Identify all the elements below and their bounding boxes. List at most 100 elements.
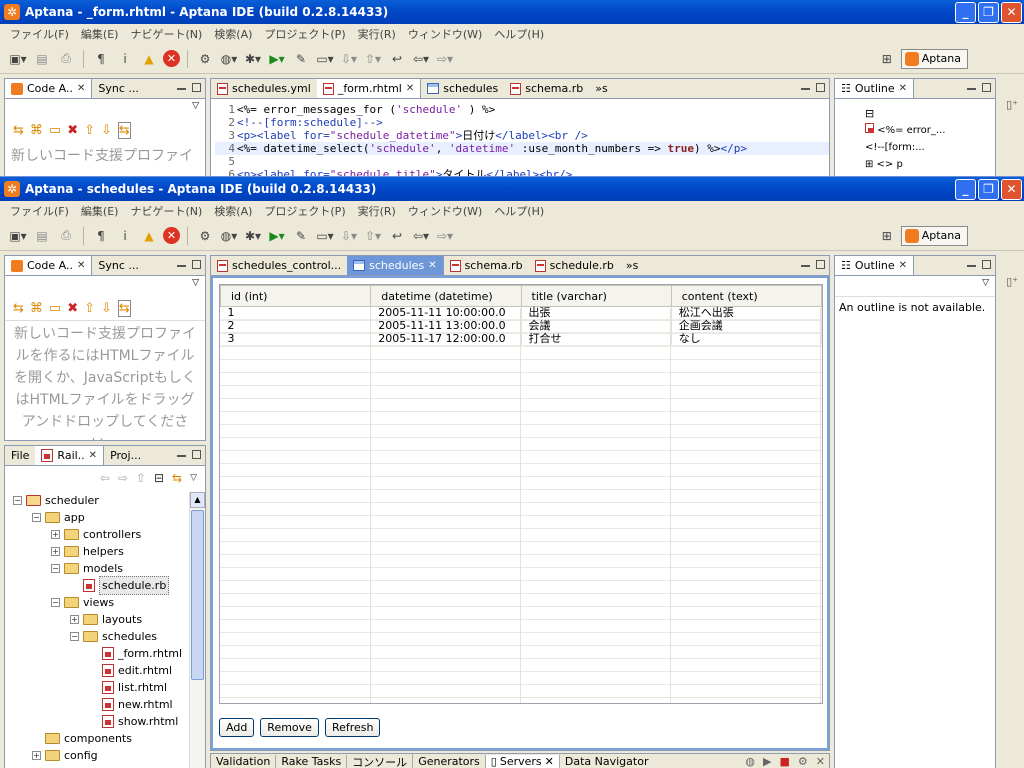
print-icon[interactable]: ⎙ bbox=[56, 226, 76, 246]
maximize-icon[interactable] bbox=[192, 83, 201, 92]
tab-schedule-rb[interactable]: schedule.rb bbox=[529, 256, 620, 275]
tree-item[interactable]: + config bbox=[5, 747, 189, 764]
code-line[interactable]: 3 <p><label for="schedule_datetime">日付け</… bbox=[215, 129, 829, 142]
delete-icon[interactable]: ✖ bbox=[67, 301, 78, 316]
close-icon[interactable]: ✕ bbox=[899, 83, 907, 94]
tree-item[interactable]: new.rhtml bbox=[5, 696, 189, 713]
up-icon[interactable]: ⇧ bbox=[84, 301, 95, 316]
fast-view-icon[interactable]: ▯⁺ bbox=[1006, 98, 1018, 111]
tab-file[interactable]: File bbox=[5, 446, 35, 465]
data-table[interactable]: id (int) datetime (datetime) title (varc… bbox=[219, 284, 823, 704]
remove-server-icon[interactable]: ✕ bbox=[816, 755, 825, 768]
tree-item[interactable]: − views bbox=[5, 594, 189, 611]
pilcrow-icon[interactable]: ¶ bbox=[91, 49, 111, 69]
table-cell[interactable]: 1 bbox=[220, 306, 372, 320]
tab-sync[interactable]: Sync ... bbox=[92, 256, 145, 275]
server-config-icon[interactable]: ⚙ bbox=[798, 755, 808, 768]
tree-item[interactable]: edit.rhtml bbox=[5, 662, 189, 679]
perspective-button[interactable]: Aptana bbox=[900, 225, 968, 246]
code-editor[interactable]: 1 <%= error_messages_for ('schedule' ) %>… bbox=[211, 99, 829, 177]
next-annotation-icon[interactable]: ⇩▾ bbox=[339, 226, 359, 246]
view-menu-icon[interactable]: ▽ bbox=[192, 278, 199, 288]
expand-toggle-icon[interactable]: + bbox=[32, 751, 41, 760]
minimize-icon[interactable] bbox=[177, 88, 186, 90]
forward-icon[interactable]: ⇨ bbox=[118, 471, 128, 485]
code-line[interactable]: 2 <!--[form:schedule]--> bbox=[215, 116, 829, 129]
minimize-icon[interactable] bbox=[967, 88, 976, 90]
menu-edit[interactable]: 編集(E) bbox=[75, 203, 125, 219]
menu-help[interactable]: ヘルプ(H) bbox=[488, 203, 550, 219]
bg-tab-code-assist[interactable]: Code A.. ✕ bbox=[5, 79, 93, 98]
table-row[interactable]: 1 2005-11-11 10:00:00.0 出張 松江へ出張 bbox=[220, 306, 822, 320]
expand-toggle-icon[interactable]: + bbox=[51, 547, 60, 556]
bg-tab-sync[interactable]: Sync ... bbox=[92, 79, 145, 98]
minimize-icon[interactable] bbox=[801, 265, 810, 267]
view-menu-icon[interactable]: ▽ bbox=[982, 278, 989, 288]
prev-annotation-icon[interactable]: ⇧▾ bbox=[363, 226, 383, 246]
back-icon[interactable]: ⇦▾ bbox=[411, 226, 431, 246]
profile-icon[interactable]: ⌘ bbox=[30, 123, 43, 138]
tab-code-assist[interactable]: Code A.. ✕ bbox=[5, 256, 93, 275]
menu-navigate[interactable]: ナビゲート(N) bbox=[124, 26, 208, 42]
tool-icon[interactable]: ✎ bbox=[291, 226, 311, 246]
minimize-icon[interactable] bbox=[967, 265, 976, 267]
tree-item[interactable]: components bbox=[5, 730, 189, 747]
outline-item[interactable]: ⊞ <> p bbox=[865, 156, 995, 173]
project-tree[interactable]: − scheduler − app + controllers + helpers − model… bbox=[5, 490, 189, 764]
delete-icon[interactable]: ✖ bbox=[67, 123, 78, 138]
menu-project[interactable]: プロジェクト(P) bbox=[258, 26, 351, 42]
tab-generators[interactable]: Generators bbox=[413, 755, 486, 768]
expand-toggle-icon[interactable]: − bbox=[13, 496, 22, 505]
expand-toggle-icon[interactable]: + bbox=[51, 530, 60, 539]
view-menu-icon[interactable]: ▽ bbox=[192, 101, 199, 111]
tree-item[interactable]: show.rhtml bbox=[5, 713, 189, 730]
column-header-datetime[interactable]: datetime (datetime) bbox=[370, 285, 522, 307]
tree-item[interactable]: − models bbox=[5, 560, 189, 577]
column-header-content[interactable]: content (text) bbox=[670, 285, 822, 307]
minimize-icon[interactable] bbox=[177, 455, 186, 457]
tab-rails[interactable]: Rail.. ✕ bbox=[35, 446, 105, 465]
table-cell[interactable]: 打合せ bbox=[521, 332, 672, 346]
menu-file[interactable]: ファイル(F) bbox=[4, 203, 75, 219]
menu-search[interactable]: 検索(A) bbox=[208, 203, 258, 219]
menu-run[interactable]: 実行(R) bbox=[352, 203, 402, 219]
tab-outline[interactable]: ☷ Outline ✕ bbox=[835, 256, 915, 275]
stop-server-icon[interactable]: ■ bbox=[780, 755, 790, 768]
back-icon[interactable]: ⇦▾ bbox=[411, 49, 431, 69]
close-icon[interactable]: ✕ bbox=[89, 450, 97, 461]
info-icon[interactable]: i bbox=[115, 226, 135, 246]
save-icon[interactable]: ▤ bbox=[32, 49, 52, 69]
table-row[interactable]: 2 2005-11-11 13:00:00.0 会議 企画会議 bbox=[220, 319, 822, 333]
minimize-button[interactable]: _ bbox=[955, 179, 976, 200]
tree-scrollbar[interactable]: ▲ bbox=[189, 492, 205, 768]
open-perspective-icon[interactable]: ⊞ bbox=[877, 49, 897, 69]
maximize-icon[interactable] bbox=[816, 83, 825, 92]
minimize-button[interactable]: _ bbox=[955, 2, 976, 23]
info-icon[interactable]: i bbox=[115, 49, 135, 69]
tab-schedules[interactable]: schedules ✕ bbox=[347, 256, 444, 275]
close-button[interactable]: ✕ bbox=[1001, 2, 1022, 23]
tab-rake-tasks[interactable]: Rake Tasks bbox=[276, 755, 348, 768]
table-cell[interactable]: 会議 bbox=[521, 319, 672, 333]
restore-button[interactable]: ❐ bbox=[978, 2, 999, 23]
error-icon[interactable]: ✕ bbox=[163, 227, 180, 244]
expand-toggle-icon[interactable]: − bbox=[70, 632, 79, 641]
close-icon[interactable]: ✕ bbox=[406, 83, 414, 94]
main-title-bar[interactable]: ✲ Aptana - schedules - Aptana IDE (build… bbox=[0, 177, 1024, 201]
outline-item[interactable]: <!--[form:... bbox=[865, 139, 995, 156]
code-line[interactable]: 5 bbox=[215, 155, 829, 168]
folder-icon[interactable]: ▭▾ bbox=[315, 226, 335, 246]
last-edit-icon[interactable]: ↩ bbox=[387, 226, 407, 246]
tab-servers[interactable]: ▯ Servers ✕ bbox=[485, 755, 560, 768]
bg-tab-outline[interactable]: ☷ Outline ✕ bbox=[835, 79, 915, 98]
tree-item[interactable]: _form.rhtml bbox=[5, 645, 189, 662]
table-cell[interactable]: 2 bbox=[220, 319, 372, 333]
background-title-bar[interactable]: ✲ Aptana - _form.rhtml - Aptana IDE (bui… bbox=[0, 0, 1024, 24]
code-line[interactable]: 1 <%= error_messages_for ('schedule' ) %> bbox=[215, 103, 829, 116]
tab-schema-rb[interactable]: schema.rb bbox=[444, 256, 529, 275]
table-cell[interactable]: 企画会議 bbox=[671, 319, 822, 333]
tree-item[interactable]: schedule.rb bbox=[5, 576, 189, 595]
profile-icon[interactable]: ⌘ bbox=[30, 301, 43, 316]
bg-tab-schedules[interactable]: schedules bbox=[421, 79, 504, 98]
tree-item[interactable]: − schedules bbox=[5, 628, 189, 645]
